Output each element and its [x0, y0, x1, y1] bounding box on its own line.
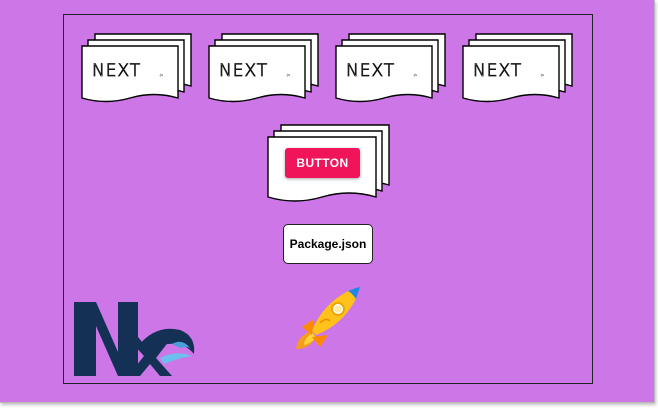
diagram-canvas: NEXT .js NEXT .js NEXT .js NEXT .js BUTT…	[0, 0, 655, 403]
app-logo-sub: .js	[413, 73, 417, 77]
app-logo-sub: .js	[159, 73, 163, 77]
package-json-label: Package.json	[289, 237, 367, 251]
app-stack-3: NEXT .js	[335, 33, 446, 105]
document-stack-icon: NEXT .js	[81, 33, 192, 103]
app-logo-text: NEXT	[219, 61, 268, 81]
app-stack-1: NEXT .js	[81, 33, 192, 105]
app-logo-sub: .js	[540, 73, 544, 77]
nx-logo-icon	[72, 298, 196, 382]
app-stack-2: NEXT .js	[208, 33, 319, 105]
ui-library-button[interactable]: BUTTON	[285, 148, 360, 178]
document-stack-icon: NEXT .js	[462, 33, 573, 103]
document-stack-icon: NEXT .js	[335, 33, 446, 103]
app-logo-sub: .js	[286, 73, 290, 77]
document-stack-icon: NEXT .js	[208, 33, 319, 103]
app-stack-4: NEXT .js	[462, 33, 573, 105]
rocket-icon	[292, 283, 364, 359]
app-logo-text: NEXT	[473, 61, 522, 81]
package-json-box: Package.json	[283, 224, 373, 264]
app-logo-text: NEXT	[346, 61, 395, 81]
app-logo-text: NEXT	[92, 61, 141, 81]
